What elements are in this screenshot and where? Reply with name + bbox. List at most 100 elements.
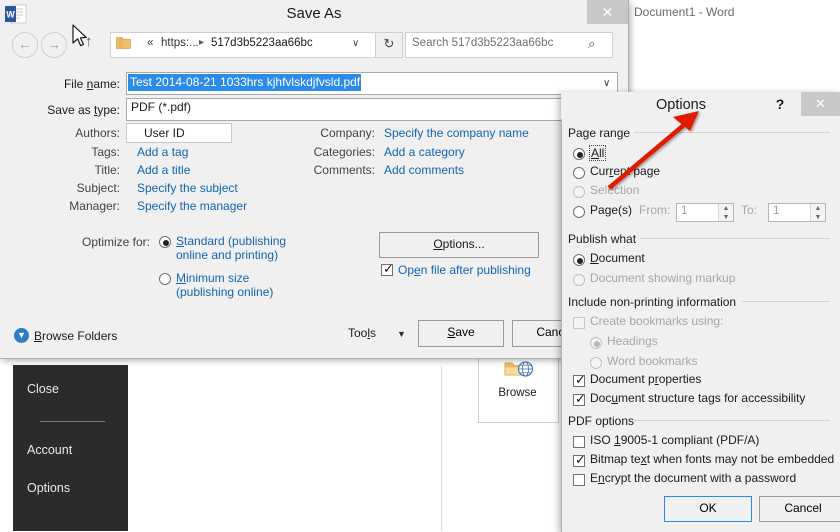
- title-value[interactable]: Add a title: [137, 163, 190, 177]
- from-spinner-buttons[interactable]: ▲ ▼: [718, 204, 733, 221]
- radio-bookmark-headings: [590, 337, 602, 349]
- categories-label: Categories:: [313, 145, 375, 159]
- browse-folders-label[interactable]: Browse Folders: [34, 329, 117, 343]
- file-name-dropdown-icon[interactable]: ∨: [603, 78, 610, 89]
- save-as-type-value: PDF (*.pdf): [131, 100, 192, 114]
- subject-label: Subject:: [76, 181, 120, 195]
- page-range-selection-label: Selection: [590, 183, 640, 197]
- checkbox-document-properties[interactable]: ✓: [573, 373, 586, 387]
- close-glyph: ✕: [815, 96, 826, 111]
- back-icon[interactable]: ←: [12, 32, 38, 58]
- browse-tile-label: Browse: [498, 387, 537, 399]
- pdf-options-divider: [634, 420, 830, 421]
- address-root-segment[interactable]: https:...: [161, 37, 199, 49]
- iso-pdfa-label[interactable]: ISO 19005-1 compliant (PDF/A): [590, 433, 759, 447]
- checkbox-structure-tags[interactable]: ✓: [573, 392, 586, 406]
- subject-value[interactable]: Specify the subject: [137, 181, 238, 195]
- close-icon[interactable]: ✕: [801, 92, 840, 116]
- checkbox-create-bookmarks: [573, 317, 585, 329]
- save-as-type-select[interactable]: [126, 98, 618, 121]
- close-icon[interactable]: ✕: [587, 0, 628, 24]
- chevron-right-icon[interactable]: ▸: [199, 37, 204, 48]
- page-range-all-label[interactable]: All: [589, 145, 607, 161]
- to-spinner-down[interactable]: ▼: [811, 213, 825, 222]
- radio-page-range-current[interactable]: [573, 167, 585, 179]
- to-spinner-up[interactable]: ▲: [811, 204, 825, 213]
- company-label: Company:: [320, 126, 375, 140]
- radio-page-range-all[interactable]: [573, 148, 585, 160]
- non-printing-header: Include non-printing information: [568, 295, 737, 309]
- bookmark-headings-label: Headings: [607, 334, 658, 348]
- title-label: Title:: [94, 163, 120, 177]
- publish-document-label[interactable]: Document: [590, 251, 645, 265]
- checkbox-encrypt-password[interactable]: [573, 474, 585, 486]
- page-range-to-label: To:: [741, 203, 758, 217]
- backstage-column-divider-1: [441, 366, 442, 531]
- radio-page-range-pages[interactable]: [573, 206, 585, 218]
- file-name-label: File name:: [63, 77, 120, 91]
- save-as-title: Save As: [286, 5, 342, 22]
- close-glyph: ✕: [601, 4, 614, 20]
- chevron-down-icon[interactable]: ∨: [352, 38, 359, 49]
- to-spinner-buttons[interactable]: ▲ ▼: [810, 204, 825, 221]
- word-document-title: Document1 - Word: [634, 5, 735, 19]
- radio-standard[interactable]: [159, 236, 171, 248]
- radio-publish-markup: [573, 274, 585, 286]
- search-icon[interactable]: ⌕: [588, 36, 595, 52]
- browse-folders-toggle-icon[interactable]: ▼: [14, 328, 29, 343]
- word-bookmarks-label: Word bookmarks: [607, 354, 698, 368]
- authors-label: Authors:: [75, 126, 120, 140]
- page-range-from-stepper[interactable]: 1 ▲ ▼: [676, 203, 734, 222]
- page-range-current-label[interactable]: Current page: [590, 164, 660, 178]
- sidebar-item-close[interactable]: Close: [0, 382, 59, 396]
- help-icon[interactable]: ?: [768, 96, 792, 112]
- document-properties-label[interactable]: Document properties: [590, 372, 701, 386]
- checkbox-iso-pdfa[interactable]: [573, 436, 585, 448]
- page-range-header: Page range: [568, 126, 631, 140]
- page-range-from-label: From:: [639, 203, 671, 217]
- ok-button[interactable]: OK: [664, 496, 752, 522]
- structure-tags-label[interactable]: Document structure tags for accessibilit…: [590, 391, 805, 405]
- optimize-standard-line2[interactable]: online and printing): [176, 248, 278, 262]
- open-after-publishing-label[interactable]: Open file after publishing: [398, 263, 531, 277]
- manager-value[interactable]: Specify the manager: [137, 199, 247, 213]
- comments-label: Comments:: [313, 163, 375, 177]
- forward-icon[interactable]: →: [41, 32, 67, 58]
- authors-value: User ID: [144, 126, 185, 140]
- save-button[interactable]: Save: [418, 320, 504, 347]
- open-after-publishing-checkbox[interactable]: ✓: [381, 262, 394, 276]
- options-cancel-label: Cancel: [784, 501, 822, 515]
- checkbox-bitmap-text[interactable]: ✓: [573, 453, 586, 467]
- tools-button[interactable]: Tools: [348, 326, 376, 340]
- manager-label: Manager:: [69, 199, 120, 213]
- file-name-value: Test 2014-08-21 1033hrs kjhfvlskdjfvsld.…: [128, 74, 362, 91]
- radio-publish-document[interactable]: [573, 254, 585, 266]
- save-as-type-label: Save as type:: [47, 103, 120, 117]
- optimize-minimum-line1[interactable]: Minimum size: [176, 271, 249, 285]
- company-value[interactable]: Specify the company name: [384, 126, 529, 140]
- bitmap-text-label[interactable]: Bitmap text when fonts may not be embedd…: [590, 452, 834, 466]
- encrypt-password-label[interactable]: Encrypt the document with a password: [590, 471, 796, 485]
- folder-icon: [116, 37, 131, 49]
- publish-markup-label: Document showing markup: [590, 271, 736, 285]
- page-range-to-stepper[interactable]: 1 ▲ ▼: [768, 203, 826, 222]
- options-button[interactable]: Options...: [379, 232, 539, 258]
- refresh-icon[interactable]: ↻: [375, 32, 403, 58]
- radio-minimum-size[interactable]: [159, 273, 171, 285]
- address-folder-segment[interactable]: 517d3b5223aa66bc: [211, 37, 313, 49]
- categories-value[interactable]: Add a category: [384, 145, 465, 159]
- from-spinner-down[interactable]: ▼: [719, 213, 733, 222]
- publish-what-header: Publish what: [568, 232, 637, 246]
- optimize-minimum-line2[interactable]: (publishing online): [176, 285, 273, 299]
- optimize-standard-line1[interactable]: Standard (publishing: [176, 234, 286, 248]
- from-spinner-up[interactable]: ▲: [719, 204, 733, 213]
- sidebar-item-account[interactable]: Account: [0, 443, 72, 457]
- ok-button-label: OK: [699, 501, 717, 515]
- options-cancel-button[interactable]: Cancel: [759, 496, 840, 522]
- chevron-down-icon[interactable]: ▼: [397, 329, 406, 339]
- tags-label: Tags:: [91, 145, 120, 159]
- tags-value[interactable]: Add a tag: [137, 145, 188, 159]
- sidebar-item-options[interactable]: Options: [0, 481, 70, 495]
- page-range-pages-label[interactable]: Page(s): [590, 203, 632, 217]
- comments-value[interactable]: Add comments: [384, 163, 464, 177]
